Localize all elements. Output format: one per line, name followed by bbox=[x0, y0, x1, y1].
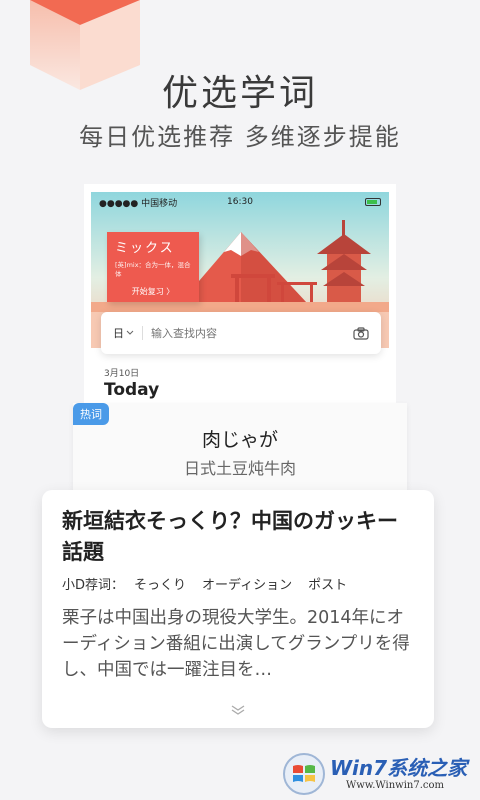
status-time: 16:30 bbox=[227, 197, 253, 207]
windows-logo-icon bbox=[283, 753, 325, 795]
site-watermark: Win7系统之家 Www.Winwin7.com bbox=[282, 748, 480, 800]
hot-word-tag: 热词 bbox=[73, 403, 109, 425]
daily-word-definition: [英]mix：合为一体，混合体 bbox=[115, 261, 191, 278]
hot-word-meaning: 日式土豆炖牛肉 bbox=[183, 459, 296, 478]
chevron-down-icon bbox=[126, 330, 134, 335]
hot-word-card[interactable]: 热词 肉じゃが 日式土豆炖牛肉 bbox=[73, 403, 407, 491]
battery-icon bbox=[365, 198, 381, 206]
language-selector[interactable]: 日 bbox=[113, 325, 134, 341]
expand-chevron-icon[interactable] bbox=[228, 704, 248, 716]
carrier-label: ●●●●● 中国移动 bbox=[99, 198, 178, 209]
recommended-words-label: 小D荐词： bbox=[62, 578, 125, 593]
article-excerpt: 栗子は中国出身の現役大学生。2014年にオーディション番組に出演してグランプリを… bbox=[62, 608, 410, 680]
language-label: 日 bbox=[113, 327, 124, 340]
camera-icon[interactable] bbox=[353, 326, 369, 340]
recommended-word[interactable]: そっくり bbox=[134, 574, 186, 593]
phone-mockup: ●●●●● 中国移动 16:30 ミックス [英]mix：合为一体，混合体 开始… bbox=[84, 184, 396, 424]
watermark-title: Win7系统之家 bbox=[330, 756, 468, 780]
recommended-word[interactable]: ポスト bbox=[308, 574, 347, 593]
status-bar: ●●●●● 中国移动 16:30 bbox=[91, 192, 389, 212]
hot-word: 肉じゃが bbox=[201, 429, 278, 451]
article-card[interactable]: 新垣結衣そっくり？中国のガッキー話題 小D荐词： そっくり オーディション ポス… bbox=[42, 490, 434, 728]
daily-word: ミックス bbox=[115, 241, 175, 256]
watermark-url: Www.Winwin7.com bbox=[346, 780, 444, 791]
page-title: 优选学词 bbox=[161, 73, 318, 114]
article-title: 新垣結衣そっくり？中国のガッキー話題 bbox=[62, 509, 398, 564]
search-divider bbox=[142, 326, 143, 340]
recommended-word[interactable]: オーディション bbox=[202, 574, 292, 593]
daily-word-card[interactable]: ミックス [英]mix：合为一体，混合体 开始复习 〉 bbox=[107, 232, 199, 302]
search-bar[interactable]: 日 bbox=[101, 312, 381, 354]
recommended-words-row: 小D荐词： そっくり オーディション ポスト bbox=[62, 574, 414, 593]
start-review-button[interactable]: 开始复习 〉 bbox=[107, 286, 199, 297]
today-heading: Today bbox=[104, 380, 160, 400]
page-subtitle: 每日优选推荐 多维逐步提能 bbox=[79, 123, 401, 151]
search-input[interactable] bbox=[151, 326, 353, 340]
date-label: 3月10日 bbox=[104, 369, 140, 379]
